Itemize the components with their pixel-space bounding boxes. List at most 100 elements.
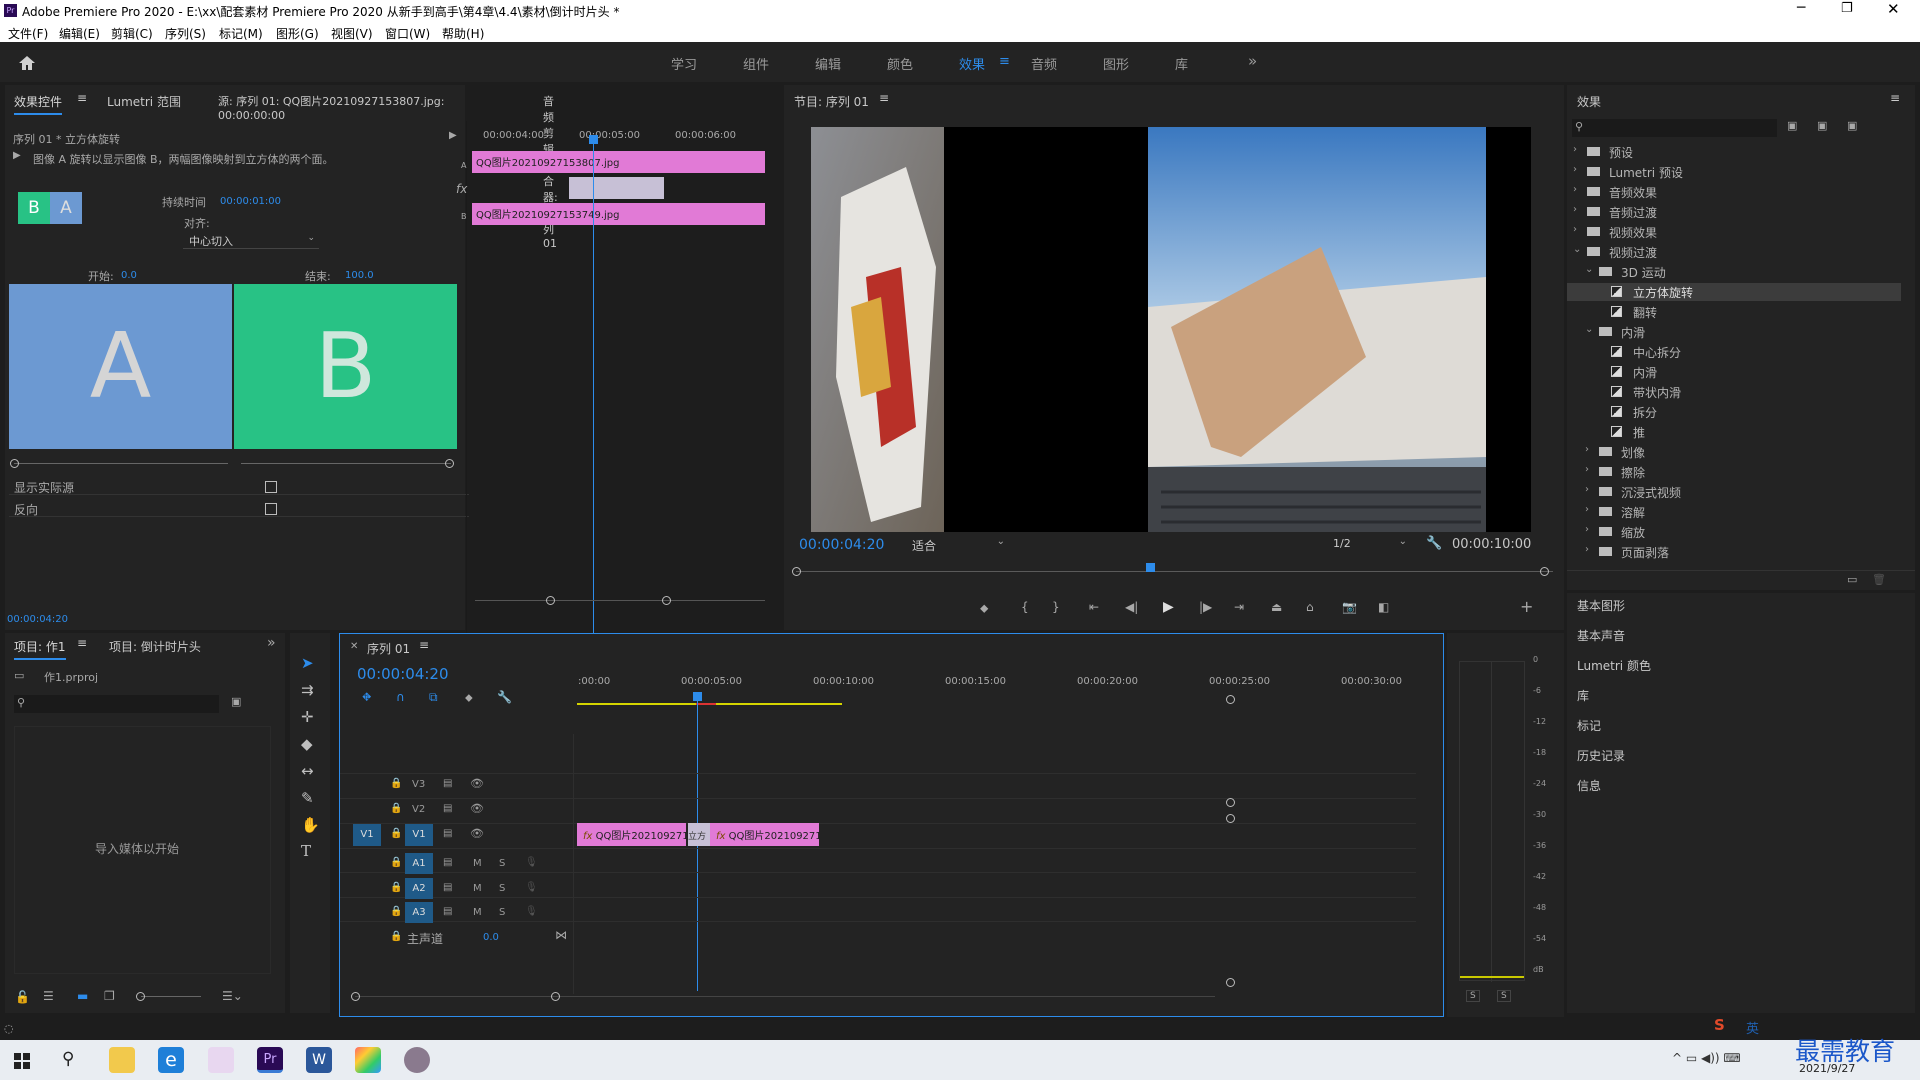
lock-icon[interactable]: 🔒 xyxy=(390,828,402,839)
premiere-taskbar-icon[interactable]: Pr xyxy=(257,1047,283,1073)
workspace-audio[interactable]: 音频 xyxy=(1031,54,1057,73)
extract-icon[interactable]: ⌂ xyxy=(1306,600,1314,614)
hscroll-end-handle[interactable] xyxy=(551,992,560,1001)
v-zoom-mid-handle[interactable] xyxy=(1226,798,1235,807)
program-playhead[interactable] xyxy=(1146,563,1155,572)
v-zoom-top-handle[interactable] xyxy=(1226,695,1235,704)
wrench-icon[interactable]: 🔧 xyxy=(1426,536,1442,551)
mute-button[interactable]: M xyxy=(473,907,482,918)
workspace-editing[interactable]: 编辑 xyxy=(815,54,841,73)
mini-playhead[interactable] xyxy=(593,137,594,677)
menu-file[interactable]: 文件(F) xyxy=(8,25,48,42)
effects-tree-item[interactable]: 推 xyxy=(1567,423,1901,441)
add-marker-icon[interactable]: ⬥ xyxy=(465,691,473,705)
effects-tree-item[interactable]: › 音频过渡 xyxy=(1567,203,1901,221)
effects-tree-item[interactable]: › 缩放 xyxy=(1567,523,1901,541)
go-to-in-icon[interactable]: ⇤ xyxy=(1089,600,1099,614)
effects-menu-icon[interactable]: ≡ xyxy=(1890,91,1900,105)
track-select-tool-icon[interactable]: ⇉ xyxy=(301,681,314,699)
pen-tool-icon[interactable]: ✎ xyxy=(301,789,314,807)
mark-in-icon[interactable]: { xyxy=(1021,600,1029,614)
a-zoom-bottom-handle[interactable] xyxy=(1226,978,1235,987)
slip-tool-icon[interactable]: ↔ xyxy=(301,762,314,780)
scrub-end-handle[interactable] xyxy=(1540,567,1549,576)
chevron-right-icon[interactable]: › xyxy=(1573,184,1577,195)
effects-tree-item[interactable]: ⌄ 内滑 xyxy=(1567,323,1901,341)
solo-button[interactable]: S xyxy=(499,883,505,894)
lock-icon[interactable]: 🔒 xyxy=(390,778,402,789)
system-tray-icons[interactable]: ^ ▭ ◀)) ⌨ xyxy=(1672,1051,1741,1065)
menu-marker[interactable]: 标记(M) xyxy=(219,25,263,42)
track-a1[interactable]: A1 xyxy=(405,853,433,874)
menu-clip[interactable]: 剪辑(C) xyxy=(111,25,153,42)
edge-icon[interactable]: e xyxy=(158,1047,184,1073)
type-tool-icon[interactable]: T xyxy=(301,842,311,860)
tab-project-2[interactable]: 项目: 倒计时片头 xyxy=(109,638,201,655)
maximize-icon[interactable]: ❐ xyxy=(1841,1,1853,16)
list-view-icon[interactable]: ☰ xyxy=(43,989,54,1003)
a-zoom-mid-handle[interactable] xyxy=(1226,814,1235,823)
effects-tree-item[interactable]: ⌄ 3D 运动 xyxy=(1567,263,1901,281)
mic-icon[interactable]: 🎙 xyxy=(525,882,538,893)
export-frame-icon[interactable]: 📷 xyxy=(1342,600,1357,614)
solo-button[interactable]: S xyxy=(499,858,505,869)
timeline-ruler[interactable] xyxy=(575,670,1275,690)
lock-icon[interactable]: 🔒 xyxy=(390,857,402,868)
chevron-right-icon[interactable]: › xyxy=(1585,504,1589,515)
track-a3[interactable]: A3 xyxy=(405,902,433,923)
solo-button[interactable]: S xyxy=(499,907,505,918)
mini-clip-b[interactable]: QQ图片20210927153749.jpg xyxy=(472,203,765,225)
workspace-menu-icon[interactable]: ≡ xyxy=(999,54,1010,69)
menu-window[interactable]: 窗口(W) xyxy=(385,25,430,42)
workspace-learn[interactable]: 学习 xyxy=(671,54,697,73)
solo-left-button[interactable]: S xyxy=(1466,990,1480,1002)
zoom-slider[interactable] xyxy=(141,996,201,997)
track-v2[interactable]: V2 xyxy=(412,804,425,815)
menu-help[interactable]: 帮助(H) xyxy=(442,25,484,42)
close-icon[interactable]: ✕ xyxy=(1887,0,1900,18)
mini-zoom-start[interactable] xyxy=(546,596,555,605)
program-timecode[interactable]: 00:00:04:20 xyxy=(799,537,884,553)
add-button-icon[interactable]: + xyxy=(1520,597,1533,616)
start-value[interactable]: 0.0 xyxy=(121,270,137,281)
resolution-dropdown[interactable]: 1/2 ⌄ xyxy=(1329,535,1409,553)
project-menu-icon[interactable]: ≡ xyxy=(77,636,87,650)
lock-icon[interactable]: 🔒 xyxy=(390,931,402,942)
mini-transition[interactable] xyxy=(569,177,664,199)
effects-tree-item[interactable]: 立方体旋转 xyxy=(1567,283,1901,301)
lock-icon[interactable]: 🔓 xyxy=(15,990,30,1004)
end-slider[interactable] xyxy=(241,463,451,464)
fit-dropdown[interactable]: 适合 ⌄ xyxy=(907,535,1007,553)
mute-button[interactable]: M xyxy=(473,858,482,869)
ime-language[interactable]: 英 xyxy=(1746,1018,1759,1037)
menu-graphics[interactable]: 图形(G) xyxy=(276,25,319,42)
mini-playhead-handle[interactable] xyxy=(589,135,598,144)
gallery-icon[interactable] xyxy=(355,1047,381,1073)
project-media-area[interactable]: 导入媒体以开始 xyxy=(14,726,271,974)
sync-lock-icon[interactable]: ▤ xyxy=(443,803,452,814)
menu-view[interactable]: 视图(V) xyxy=(331,25,373,42)
play-icon[interactable]: ▶ xyxy=(1163,599,1174,615)
panel-info[interactable]: 信息 xyxy=(1577,777,1601,794)
new-bin-icon[interactable]: ▭ xyxy=(1847,573,1857,586)
effect-controls-menu-icon[interactable]: ≡ xyxy=(77,91,87,105)
panel-libraries[interactable]: 库 xyxy=(1577,687,1589,704)
effects-tree-item[interactable]: 内滑 xyxy=(1567,363,1901,381)
workspace-assembly[interactable]: 组件 xyxy=(743,54,769,73)
chevron-right-icon[interactable]: › xyxy=(1573,204,1577,215)
go-to-out-icon[interactable]: ⇥ xyxy=(1234,600,1244,614)
end-value[interactable]: 100.0 xyxy=(345,270,374,281)
eye-icon[interactable]: 👁 xyxy=(470,777,484,790)
lock-icon[interactable]: 🔒 xyxy=(390,882,402,893)
more-panels-icon[interactable]: » xyxy=(267,635,276,651)
timeline-transition[interactable]: 立方 xyxy=(688,823,710,846)
razor-tool-icon[interactable]: ◆ xyxy=(301,735,313,753)
file-explorer-icon[interactable] xyxy=(109,1047,135,1073)
lock-icon[interactable]: 🔒 xyxy=(390,906,402,917)
scrub-start-handle[interactable] xyxy=(792,567,801,576)
effects-tree-item[interactable]: ⌄ 视频过渡 xyxy=(1567,243,1901,261)
workspace-graphics[interactable]: 图形 xyxy=(1103,54,1129,73)
workspace-libraries[interactable]: 库 xyxy=(1175,54,1188,73)
tab-source[interactable]: 源: 序列 01: QQ图片20210927153807.jpg: 00:00:… xyxy=(218,93,465,122)
effects-tree-item[interactable]: › 音频效果 xyxy=(1567,183,1901,201)
